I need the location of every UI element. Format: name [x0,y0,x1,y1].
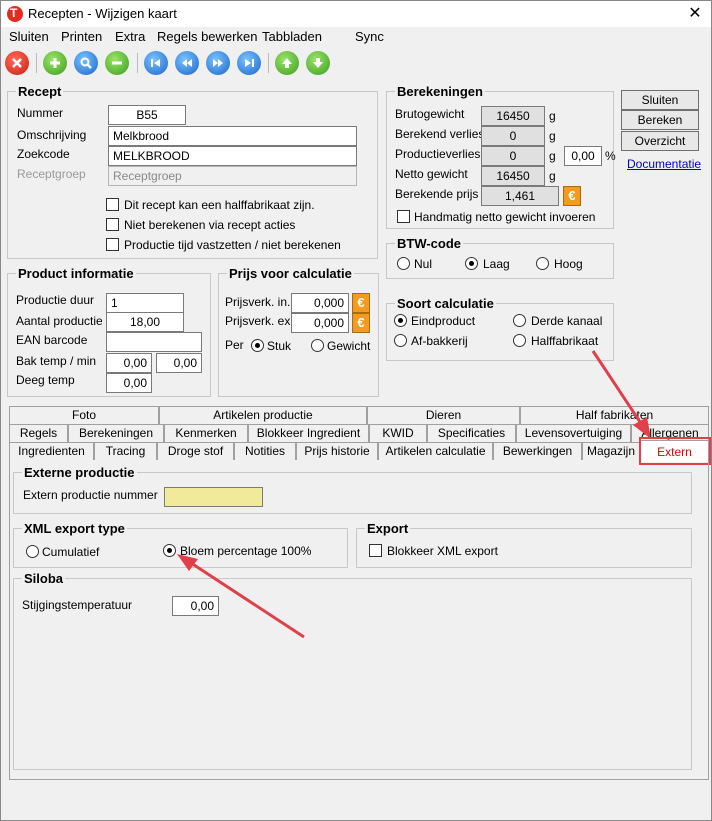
recepten-window: Recepten - Wijzigen kaart ✕ Sluiten Prin… [0,0,712,821]
annotation-arrow-extern [591,350,651,439]
annotation-arrows [177,350,651,639]
annotation-arrow-bloem [177,554,305,639]
